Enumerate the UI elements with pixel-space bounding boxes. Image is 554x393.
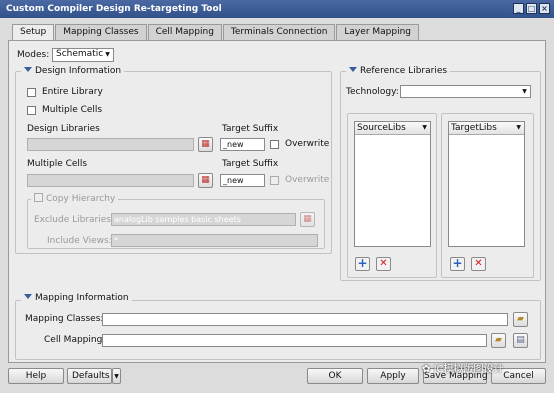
entire-library-label: Entire Library [42,87,103,97]
plus-icon: + [357,256,368,270]
source-libs-list[interactable]: SourceLibs ▼ [354,121,431,247]
overwrite-label-2: Overwrite [285,175,330,185]
target-suffix-field-2[interactable]: _new [220,174,265,187]
chevron-down-icon: ▼ [105,51,110,58]
mapping-classes-label: Mapping Classes: [25,314,104,324]
tab-cell-mapping[interactable]: Cell Mapping [147,24,222,40]
exclude-libraries-field[interactable]: analogLib samples basic sheets [111,213,296,226]
chevron-down-icon: ▼ [522,88,527,95]
target-suffix-label-2: Target Suffix [222,159,279,169]
ok-button[interactable]: OK [307,368,363,384]
window-title: Custom Compiler Design Re-targeting Tool [6,4,222,14]
collapse-triangle-icon [349,67,357,72]
target-libs-header[interactable]: TargetLibs ▼ [449,122,524,135]
modes-label: Modes: [17,50,50,60]
entire-library-checkbox[interactable] [27,88,36,97]
tab-setup[interactable]: Setup [12,24,55,41]
remove-target-lib-button[interactable]: ✕ [471,257,486,271]
add-target-lib-button[interactable]: + [450,257,465,271]
delete-icon: ✕ [379,258,388,269]
clipboard-icon: ▤ [516,335,525,345]
tab-bar: Setup Mapping Classes Cell Mapping Termi… [12,24,420,41]
chevron-down-icon: ▼ [422,124,427,131]
plus-icon: + [452,256,463,270]
source-libs-header[interactable]: SourceLibs ▼ [355,122,430,135]
add-source-lib-button[interactable]: + [355,257,370,271]
design-libraries-label: Design Libraries [27,124,100,134]
copy-hierarchy-header: Copy Hierarchy [31,193,119,204]
multiple-cells-section-label: Multiple Cells [27,159,88,169]
multiple-cells-checkbox[interactable] [27,106,36,115]
window-titlebar: Custom Compiler Design Re-targeting Tool… [0,0,554,18]
collapse-triangle-icon [24,67,32,72]
include-views-field[interactable]: * [111,234,318,247]
folder-open-icon: ▰ [517,314,524,324]
maximize-icon[interactable]: □ [526,3,537,14]
target-suffix-field[interactable]: _new [220,138,265,151]
mapping-information-header[interactable]: Mapping Information [21,293,132,303]
chevron-down-icon: ▼ [114,373,119,380]
defaults-button[interactable]: Defaults [67,368,112,384]
design-libraries-field[interactable] [27,138,194,151]
open-cell-mapping-button[interactable]: ▰ [491,333,506,348]
target-libs-list[interactable]: TargetLibs ▼ [448,121,525,247]
multiple-cells-field[interactable] [27,174,194,187]
delete-icon: ✕ [474,258,483,269]
target-suffix-label: Target Suffix [222,124,279,134]
collapse-triangle-icon [24,294,32,299]
technology-label: Technology: [346,87,399,97]
cell-mapping-label: Cell Mapping: [44,335,106,345]
overwrite-label: Overwrite [285,139,330,149]
reference-libraries-header[interactable]: Reference Libraries [346,66,451,76]
exclude-browser-button[interactable]: ▦ [300,212,315,227]
open-mapping-classes-button[interactable]: ▰ [513,312,528,327]
chevron-down-icon: ▼ [516,124,521,131]
multiple-cells-label: Multiple Cells [42,105,103,115]
modes-select[interactable]: Schematic ▼ [52,48,114,62]
modes-value: Schematic [56,49,104,59]
watermark: ✿ IC模拟版图设计 [422,364,504,375]
close-icon[interactable]: × [539,3,550,14]
cell-browser-button[interactable]: ▦ [198,173,213,188]
cell-browser-icon: ▦ [201,175,210,185]
copy-hierarchy-checkbox[interactable] [34,193,43,202]
tab-terminals-connection[interactable]: Terminals Connection [222,24,336,40]
defaults-dropdown-button[interactable]: ▼ [112,368,121,384]
edit-cell-mapping-button[interactable]: ▤ [513,333,528,348]
mapping-classes-field[interactable] [102,313,508,326]
mapping-information-group [15,300,541,360]
setup-panel: Modes: Schematic ▼ Design Information En… [8,40,546,363]
minimize-icon[interactable]: _ [513,3,524,14]
remove-source-lib-button[interactable]: ✕ [376,257,391,271]
library-browser-button[interactable]: ▦ [198,137,213,152]
overwrite-checkbox-2[interactable] [270,176,279,185]
wechat-icon: ✿ [422,364,431,375]
design-information-header[interactable]: Design Information [21,66,125,76]
apply-button[interactable]: Apply [367,368,419,384]
exclude-browser-icon: ▦ [303,214,312,224]
include-views-label: Include Views: [47,236,112,246]
library-browser-icon: ▦ [201,139,210,149]
folder-open-icon: ▰ [495,335,502,345]
tab-mapping-classes[interactable]: Mapping Classes [55,24,147,40]
tab-layer-mapping[interactable]: Layer Mapping [336,24,419,40]
exclude-libraries-label: Exclude Libraries: [34,215,115,225]
technology-select[interactable]: ▼ [400,85,531,98]
cell-mapping-field[interactable] [102,334,487,347]
help-button[interactable]: Help [8,368,64,384]
overwrite-checkbox[interactable] [270,140,279,149]
